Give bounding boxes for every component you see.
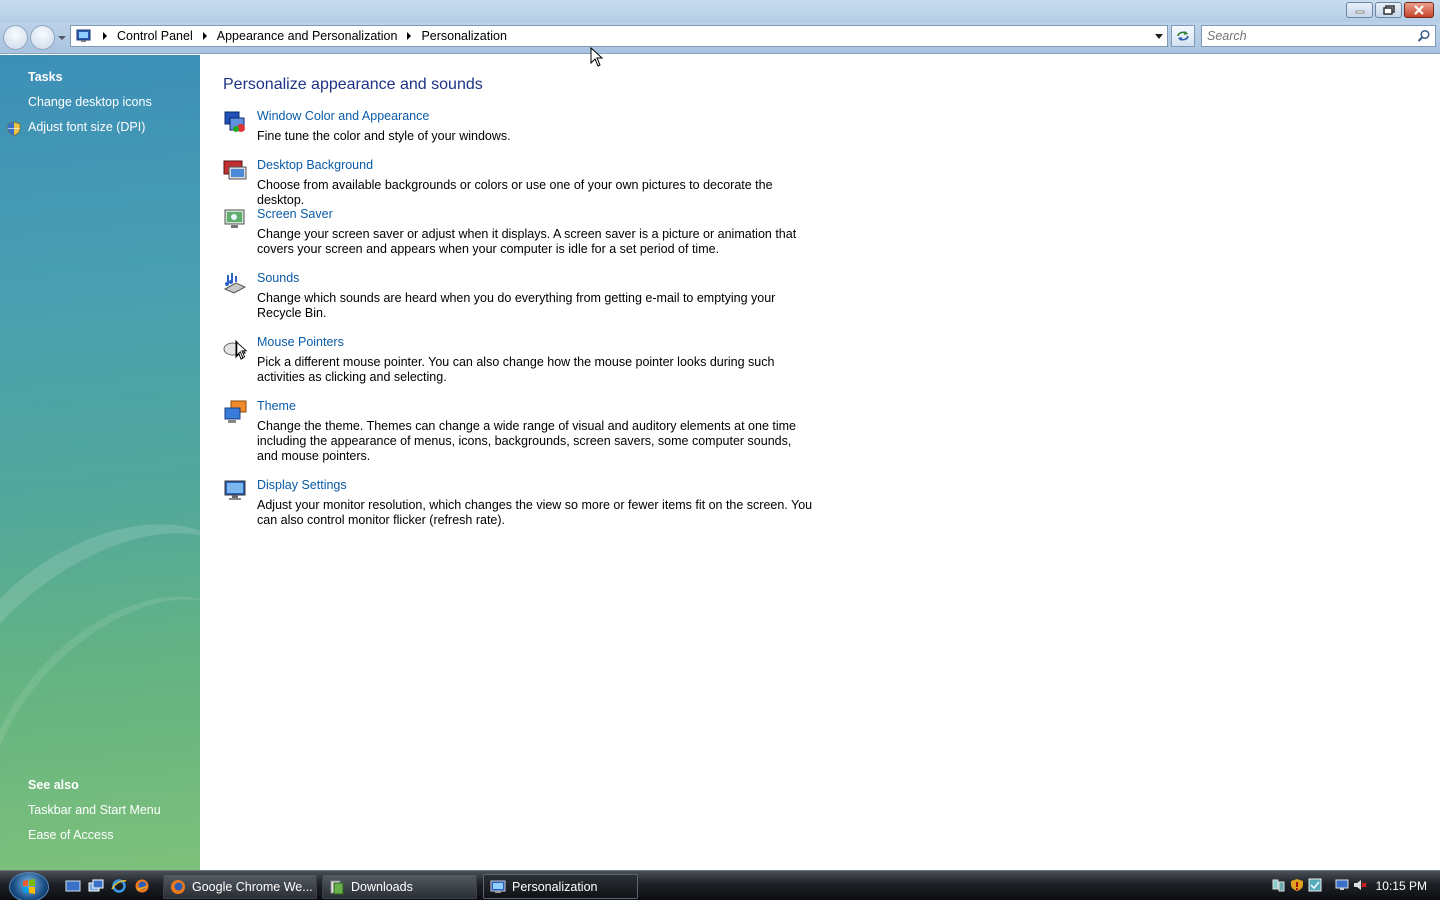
forward-button[interactable] [30,25,55,50]
ease-of-access-link[interactable]: Ease of Access [28,828,113,842]
search-icon[interactable] [1417,29,1431,43]
taskbar-button-label: Google Chrome We... [192,879,313,894]
mouse-cursor-icon [590,47,604,67]
control-panel-icon [76,29,91,42]
desktop-background-link[interactable]: Desktop Background [257,158,373,172]
search-box [1201,25,1436,47]
firefox-icon[interactable] [134,878,150,894]
window-color-icon [224,111,245,132]
refresh-button[interactable] [1171,25,1195,47]
windows-logo-icon [23,879,35,894]
switch-windows-icon[interactable] [88,878,104,894]
taskbar-button-downloads[interactable]: Downloads [322,874,477,899]
shield-icon [7,121,21,136]
item-description: Choose from available backgrounds or col… [257,178,773,207]
minimize-icon [1355,10,1364,14]
start-button[interactable] [9,872,49,900]
personalization-icon [490,880,506,893]
display-settings-icon [224,480,246,500]
taskbar-button-label: Personalization [512,879,598,894]
security-shield-tray-icon[interactable] [1290,878,1304,892]
taskbar-button-label: Downloads [351,879,413,894]
see-also-heading: See also [28,778,79,792]
breadcrumb-separator-icon[interactable] [407,32,412,40]
screen-saver-icon [224,209,245,228]
page-title: Personalize appearance and sounds [223,76,483,93]
system-tray: 10:15 PM [1260,871,1440,900]
item-description: Adjust your monitor resolution, which ch… [257,498,813,527]
show-desktop-icon[interactable] [65,878,81,894]
theme-icon [224,400,247,423]
restore-icon [1382,5,1395,15]
theme-link[interactable]: Theme [257,399,296,413]
windows-update-tray-icon[interactable] [1308,878,1322,892]
refresh-icon [1177,31,1189,41]
back-button[interactable] [3,25,28,50]
window-controls [1346,2,1434,18]
change-desktop-icons-link[interactable]: Change desktop icons [28,95,152,109]
breadcrumb-separator-icon[interactable] [103,32,107,40]
close-button[interactable] [1404,2,1434,18]
breadcrumb-control-panel[interactable]: Control Panel [117,29,193,43]
display-settings-link[interactable]: Display Settings [257,478,347,492]
taskbar: Google Chrome We... Downloads Personaliz… [0,870,1440,900]
maximize-button[interactable] [1375,2,1402,18]
main-content: Personalize appearance and sounds Window… [200,55,1440,870]
screen-saver-link[interactable]: Screen Saver [257,207,333,221]
network-tray-icon[interactable] [1272,878,1286,892]
taskbar-start-menu-link[interactable]: Taskbar and Start Menu [28,803,161,817]
mouse-pointers-link[interactable]: Mouse Pointers [257,335,344,349]
item-description: Change the theme. Themes can change a wi… [257,419,796,463]
tasks-heading: Tasks [28,70,63,84]
internet-explorer-icon[interactable] [111,878,127,894]
item-description: Change your screen saver or adjust when … [257,227,797,256]
sounds-link[interactable]: Sounds [257,271,299,285]
chrome-icon [171,879,185,894]
title-bar [0,0,1440,22]
minimize-button[interactable] [1346,2,1373,18]
address-bar[interactable]: Control Panel Appearance and Personaliza… [70,25,1168,47]
close-icon [1414,5,1424,15]
taskbar-button-personalization[interactable]: Personalization [483,874,638,899]
folder-icon [330,880,344,894]
breadcrumb-appearance[interactable]: Appearance and Personalization [217,29,398,43]
sidebar: Tasks Change desktop icons Adjust font s… [0,55,200,870]
address-dropdown-icon[interactable] [1155,34,1163,39]
breadcrumb-separator-icon[interactable] [202,32,207,40]
navigation-bar: Control Panel Appearance and Personaliza… [0,22,1440,54]
volume-muted-icon[interactable] [1353,878,1367,892]
sounds-icon [223,273,247,294]
monitor-tray-icon[interactable] [1335,878,1349,892]
search-input[interactable] [1202,26,1407,46]
adjust-font-size-link[interactable]: Adjust font size (DPI) [28,120,145,134]
mouse-cursor-icon [236,341,248,359]
recent-pages-dropdown-icon[interactable] [58,34,66,42]
item-description: Fine tune the color and style of your wi… [257,129,511,143]
breadcrumb: Control Panel Appearance and Personaliza… [93,29,507,43]
breadcrumb-personalization[interactable]: Personalization [421,29,506,43]
item-description: Pick a different mouse pointer. You can … [257,355,775,384]
window-color-link[interactable]: Window Color and Appearance [257,109,429,123]
taskbar-button-chrome[interactable]: Google Chrome We... [163,874,317,899]
clock[interactable]: 10:15 PM [1376,879,1427,893]
item-description: Change which sounds are heard when you d… [257,291,776,320]
desktop-background-icon [223,160,247,180]
